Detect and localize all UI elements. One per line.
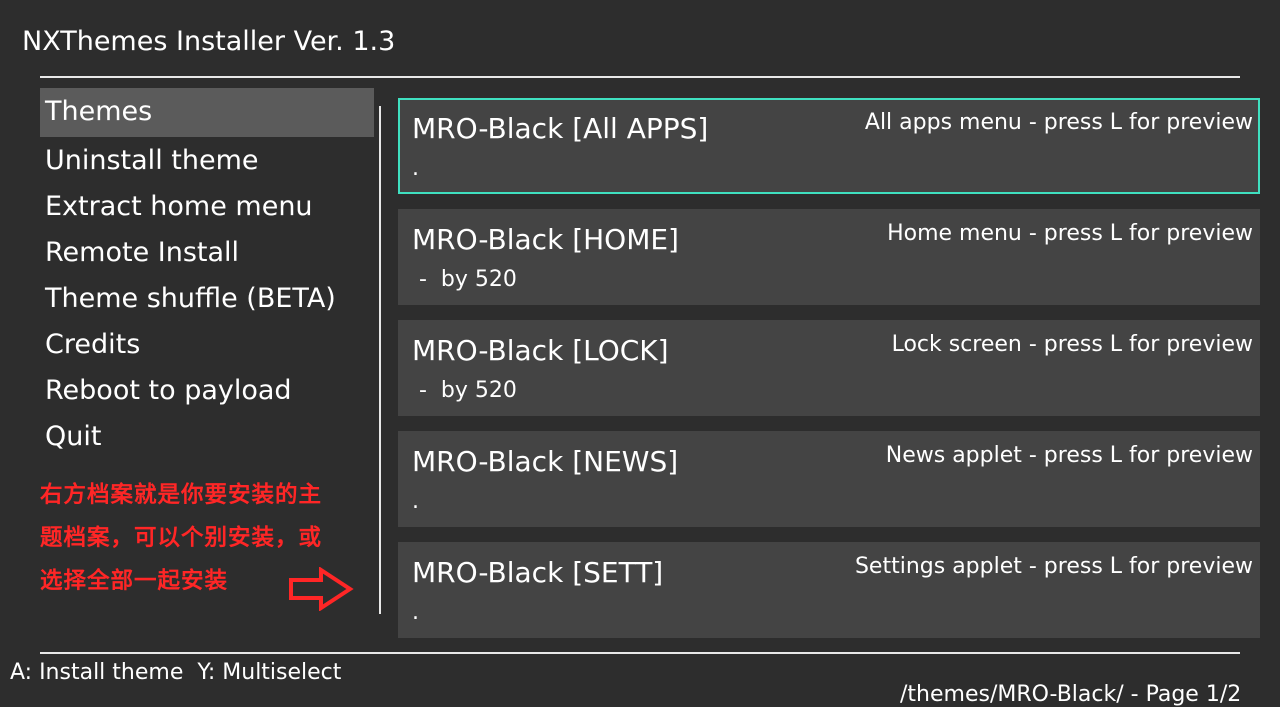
theme-name: MRO-Black [SETT] [412,556,664,589]
theme-author: - by 520 [412,378,517,403]
theme-author: . [412,156,419,181]
theme-description: Lock screen - press L for preview [891,332,1253,357]
theme-description: All apps menu - press L for preview [864,110,1253,135]
theme-author: . [412,489,419,514]
menu-item-credits[interactable]: Credits [40,321,374,367]
footer-controls-hint: A: Install theme Y: Multiselect [10,660,342,685]
theme-name: MRO-Black [HOME] [412,223,679,256]
menu-item-extract-home-menu[interactable]: Extract home menu [40,183,374,229]
arrow-right-icon [289,567,354,611]
footer-divider [40,652,1240,654]
annotation-line: 右方档案就是你要安装的主 [40,482,323,508]
theme-description: Settings applet - press L for preview [854,554,1253,579]
menu-item-reboot-to-payload[interactable]: Reboot to payload [40,367,374,413]
theme-row-home[interactable]: MRO-Black [HOME] Home menu - press L for… [398,209,1260,305]
panel-divider [379,106,381,614]
annotation-line: 题档案，可以个别安装，或 [40,525,323,551]
theme-list: MRO-Black [All APPS] All apps menu - pre… [398,98,1260,653]
theme-name: MRO-Black [LOCK] [412,334,669,367]
theme-row-lock[interactable]: MRO-Black [LOCK] Lock screen - press L f… [398,320,1260,416]
theme-author: . [412,600,419,625]
theme-row-all-apps[interactable]: MRO-Black [All APPS] All apps menu - pre… [398,98,1260,194]
footer-path: /themes/MRO-Black/ - Page 1/2 [900,682,1242,707]
menu-item-quit[interactable]: Quit [40,413,374,459]
theme-description: Home menu - press L for preview [887,221,1253,246]
menu-item-themes[interactable]: Themes [40,88,374,137]
theme-name: MRO-Black [All APPS] [412,112,709,145]
theme-description: News applet - press L for preview [885,443,1253,468]
menu-item-theme-shuffle[interactable]: Theme shuffle (BETA) [40,275,374,321]
header-divider [40,76,1240,78]
main-menu: Themes Uninstall theme Extract home menu… [40,88,374,459]
menu-item-remote-install[interactable]: Remote Install [40,229,374,275]
theme-name: MRO-Black [NEWS] [412,445,679,478]
app-title: NXThemes Installer Ver. 1.3 [22,26,396,57]
theme-author: - by 520 [412,267,517,292]
theme-row-news[interactable]: MRO-Black [NEWS] News applet - press L f… [398,431,1260,527]
menu-item-uninstall-theme[interactable]: Uninstall theme [40,137,374,183]
theme-row-sett[interactable]: MRO-Black [SETT] Settings applet - press… [398,542,1260,638]
